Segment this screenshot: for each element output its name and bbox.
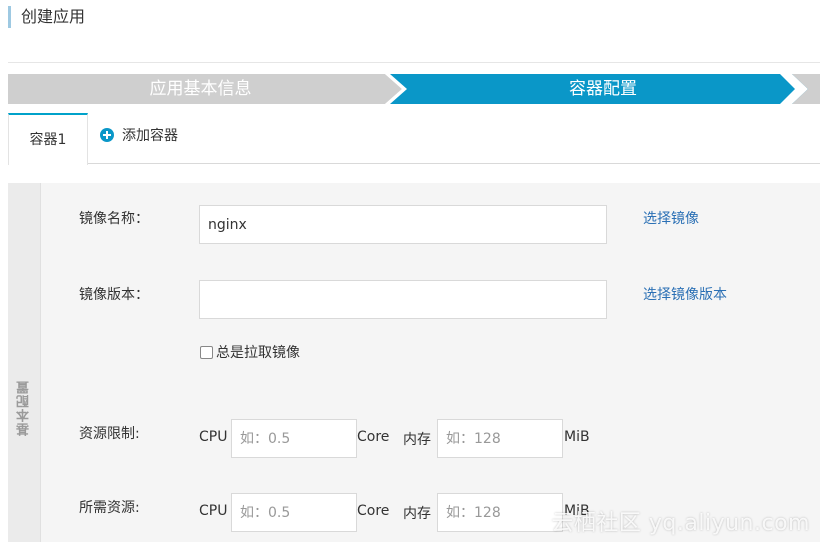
request-mem-input[interactable] (437, 493, 563, 532)
page-title: 创建应用 (21, 7, 86, 26)
limit-cpu-unit: Core (357, 429, 390, 445)
image-version-input[interactable] (199, 280, 607, 319)
limit-cpu-label: CPU (199, 429, 228, 445)
image-version-label: 镜像版本： (79, 287, 149, 303)
step-container-config[interactable]: 容器配置 (403, 74, 803, 104)
plus-circle-icon (100, 128, 114, 142)
resource-limit-label: 资源限制: (79, 426, 140, 442)
section-label: 基本配置 (17, 380, 32, 436)
limit-mem-label: 内存 (403, 432, 431, 448)
watermark: 云栖社区 yq.aliyun.com (551, 511, 810, 536)
step-basic-info[interactable]: 应用基本信息 (8, 74, 393, 104)
page-header: 创建应用 (8, 6, 85, 28)
request-cpu-input[interactable] (231, 493, 357, 532)
add-container-label: 添加容器 (122, 128, 178, 144)
tab-container-1[interactable]: 容器1 (8, 113, 88, 165)
always-pull-row[interactable]: 总是拉取镜像 (200, 342, 300, 362)
limit-cpu-input[interactable] (231, 419, 357, 458)
request-cpu-label: CPU (199, 503, 228, 519)
always-pull-checkbox[interactable] (200, 345, 213, 359)
add-container-button[interactable]: 添加容器 (100, 125, 178, 145)
section-side-strip: 基本配置 (8, 183, 41, 542)
request-cpu-unit: Core (357, 503, 390, 519)
always-pull-label: 总是拉取镜像 (216, 345, 300, 361)
container-tabs: 容器1 添加容器 (8, 113, 820, 165)
select-image-link[interactable]: 选择镜像 (643, 208, 699, 228)
limit-mem-unit: MiB (564, 429, 590, 445)
resource-request-label: 所需资源: (79, 500, 140, 516)
image-name-input[interactable] (199, 205, 607, 244)
select-image-version-link[interactable]: 选择镜像版本 (643, 284, 727, 304)
image-name-label: 镜像名称： (79, 211, 149, 227)
progress-stepper: 应用基本信息 容器配置 (8, 74, 820, 104)
request-mem-label: 内存 (403, 506, 431, 522)
header-divider (8, 62, 820, 63)
limit-mem-input[interactable] (437, 419, 563, 458)
